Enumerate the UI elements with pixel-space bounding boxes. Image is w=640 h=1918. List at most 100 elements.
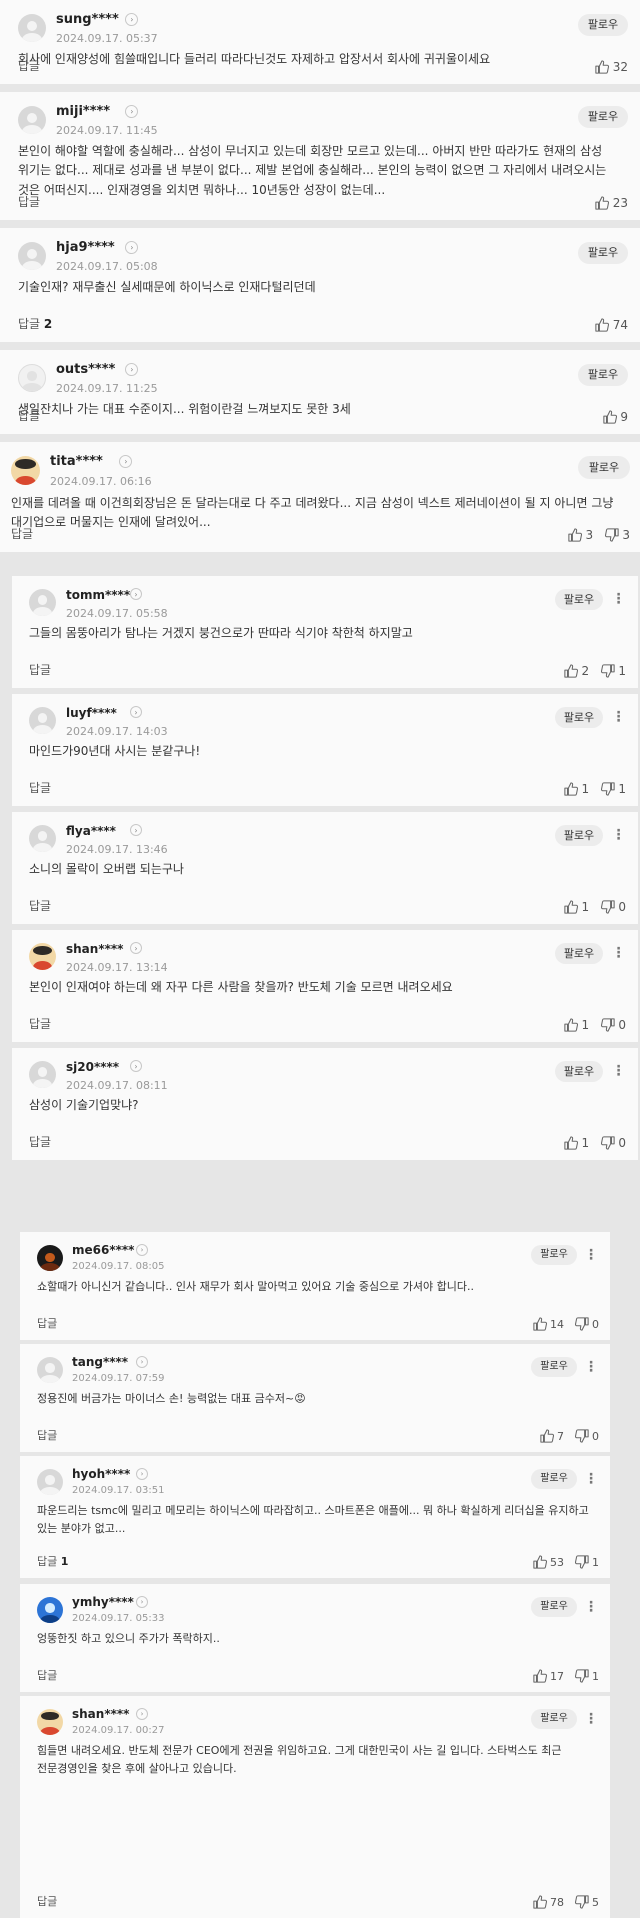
dislike-button[interactable]: 3 (604, 528, 630, 542)
dislike-button[interactable]: 1 (600, 664, 626, 678)
reply-button[interactable]: 답글 (18, 57, 40, 74)
chevron-right-icon[interactable]: › (129, 706, 142, 718)
follow-button[interactable]: 팔로우 (555, 1061, 603, 1082)
user-avatar[interactable] (29, 943, 56, 970)
like-button[interactable]: 32 (595, 60, 628, 74)
follow-button[interactable]: 팔로우 (555, 707, 603, 728)
more-options-icon[interactable]: ⋮ (609, 1061, 628, 1082)
more-options-icon[interactable]: ⋮ (582, 1469, 600, 1489)
follow-button[interactable]: 팔로우 (555, 943, 603, 964)
follow-button[interactable]: 팔로우 (578, 364, 628, 386)
more-options-icon[interactable]: ⋮ (582, 1597, 600, 1617)
reply-button[interactable]: 답글 (29, 1133, 51, 1150)
like-button[interactable]: 74 (595, 318, 628, 332)
reply-button[interactable]: 답글 (37, 1893, 57, 1909)
chevron-right-icon[interactable]: › (125, 241, 139, 254)
chevron-right-icon[interactable]: › (129, 1060, 142, 1072)
user-nickname[interactable]: me66**** (72, 1243, 134, 1257)
dislike-button[interactable]: 0 (574, 1317, 599, 1331)
user-nickname[interactable]: hyoh**** (72, 1467, 130, 1481)
user-avatar[interactable] (37, 1597, 63, 1623)
user-nickname[interactable]: luyf**** (66, 706, 117, 720)
reply-button[interactable]: 답글 2 (18, 315, 52, 332)
reply-button[interactable]: 답글 (37, 1667, 57, 1683)
follow-button[interactable]: 팔로우 (578, 242, 628, 264)
follow-button[interactable]: 팔로우 (531, 1245, 577, 1265)
user-nickname[interactable]: outs**** (56, 362, 115, 377)
reply-button[interactable]: 답글 (18, 407, 40, 424)
dislike-button[interactable]: 1 (574, 1555, 599, 1569)
user-avatar[interactable] (37, 1709, 63, 1735)
chevron-right-icon[interactable]: › (129, 942, 142, 954)
like-button[interactable]: 14 (532, 1317, 564, 1331)
reply-button[interactable]: 답글 (29, 779, 51, 796)
reply-button[interactable]: 답글 1 (37, 1553, 68, 1569)
user-avatar[interactable] (37, 1245, 63, 1271)
reply-button[interactable]: 답글 (29, 1015, 51, 1032)
chevron-right-icon[interactable]: › (125, 363, 139, 376)
user-nickname[interactable]: ymhy**** (72, 1595, 134, 1609)
user-avatar[interactable] (37, 1469, 63, 1495)
user-avatar[interactable] (29, 589, 56, 616)
user-avatar[interactable] (18, 364, 46, 392)
reply-button[interactable]: 답글 (29, 897, 51, 914)
chevron-right-icon[interactable]: › (125, 105, 139, 118)
more-options-icon[interactable]: ⋮ (609, 707, 628, 728)
user-nickname[interactable]: shan**** (66, 942, 123, 956)
chevron-right-icon[interactable]: › (129, 824, 142, 836)
more-options-icon[interactable]: ⋮ (582, 1709, 600, 1729)
user-nickname[interactable]: shan**** (72, 1707, 129, 1721)
dislike-button[interactable]: 0 (600, 900, 626, 914)
user-avatar[interactable] (18, 242, 46, 270)
like-button[interactable]: 1 (563, 1018, 589, 1032)
chevron-right-icon[interactable]: › (125, 13, 139, 26)
more-options-icon[interactable]: ⋮ (609, 589, 628, 610)
chevron-right-icon[interactable]: › (135, 1244, 148, 1256)
reply-button[interactable]: 답글 (11, 525, 33, 542)
more-options-icon[interactable]: ⋮ (609, 825, 628, 846)
dislike-button[interactable]: 0 (574, 1429, 599, 1443)
like-button[interactable]: 9 (602, 410, 628, 424)
follow-button[interactable]: 팔로우 (531, 1469, 577, 1489)
reply-button[interactable]: 답글 (37, 1315, 57, 1331)
follow-button[interactable]: 팔로우 (578, 106, 628, 128)
user-nickname[interactable]: tang**** (72, 1355, 128, 1369)
user-avatar[interactable] (37, 1357, 63, 1383)
like-button[interactable]: 2 (563, 664, 589, 678)
user-avatar[interactable] (29, 1061, 56, 1088)
more-options-icon[interactable]: ⋮ (582, 1357, 600, 1377)
like-button[interactable]: 23 (595, 196, 628, 210)
chevron-right-icon[interactable]: › (135, 1356, 148, 1368)
chevron-right-icon[interactable]: › (135, 1468, 148, 1480)
dislike-button[interactable]: 0 (600, 1018, 626, 1032)
dislike-button[interactable]: 1 (574, 1669, 599, 1683)
user-nickname[interactable]: hja9**** (56, 240, 115, 255)
follow-button[interactable]: 팔로우 (531, 1597, 577, 1617)
user-avatar[interactable] (18, 14, 46, 42)
user-nickname[interactable]: sj20**** (66, 1060, 119, 1074)
like-button[interactable]: 7 (539, 1429, 564, 1443)
reply-button[interactable]: 답글 (29, 661, 51, 678)
reply-button[interactable]: 답글 (18, 193, 40, 210)
reply-button[interactable]: 답글 (37, 1427, 57, 1443)
more-options-icon[interactable]: ⋮ (582, 1245, 600, 1265)
user-avatar[interactable] (29, 707, 56, 734)
follow-button[interactable]: 팔로우 (578, 14, 628, 36)
follow-button[interactable]: 팔로우 (555, 589, 603, 610)
user-avatar[interactable] (18, 106, 46, 134)
user-nickname[interactable]: sung**** (56, 12, 119, 27)
chevron-right-icon[interactable]: › (119, 455, 133, 468)
follow-button[interactable]: 팔로우 (555, 825, 603, 846)
more-options-icon[interactable]: ⋮ (609, 943, 628, 964)
user-nickname[interactable]: tomm**** (66, 588, 130, 602)
dislike-button[interactable]: 5 (574, 1895, 599, 1909)
dislike-button[interactable]: 1 (600, 782, 626, 796)
user-avatar[interactable] (29, 825, 56, 852)
like-button[interactable]: 78 (532, 1895, 564, 1909)
user-nickname[interactable]: flya**** (66, 824, 116, 838)
follow-button[interactable]: 팔로우 (578, 456, 630, 479)
like-button[interactable]: 1 (563, 1136, 589, 1150)
like-button[interactable]: 17 (532, 1669, 564, 1683)
user-nickname[interactable]: tita**** (50, 454, 103, 469)
like-button[interactable]: 3 (567, 528, 593, 542)
